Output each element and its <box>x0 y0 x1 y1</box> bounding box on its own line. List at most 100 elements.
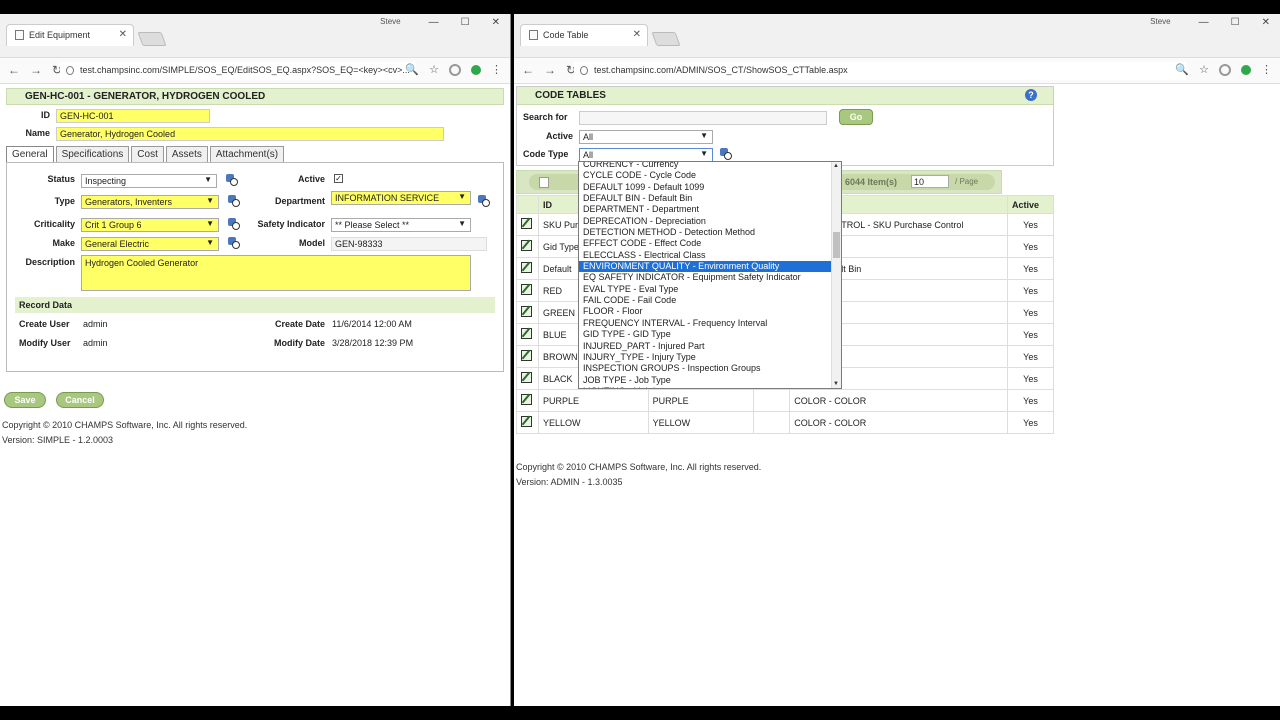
extension-icon[interactable] <box>1219 63 1231 76</box>
edit-icon[interactable] <box>521 218 532 229</box>
id-field[interactable]: GEN-HC-001 <box>56 109 210 123</box>
edit-icon[interactable] <box>521 394 532 405</box>
make-select[interactable]: General Electric ▼ <box>81 237 219 251</box>
edit-cell[interactable] <box>516 323 539 346</box>
status-select[interactable]: Inspecting ▼ <box>81 174 217 188</box>
dropdown-option[interactable]: LIGHTING - Lighting <box>579 386 841 388</box>
dropdown-option[interactable]: FLOOR - Floor <box>579 306 841 317</box>
save-button[interactable]: Save <box>4 392 46 408</box>
maximize-icon[interactable]: ☐ <box>461 17 470 28</box>
dropdown-option[interactable]: DEPARTMENT - Department <box>579 204 841 215</box>
edit-cell[interactable] <box>516 411 539 434</box>
info-icon[interactable] <box>66 66 74 75</box>
page-size-input[interactable]: 10 <box>911 175 949 188</box>
make-lookup-icon[interactable] <box>227 236 240 249</box>
dropdown-option[interactable]: EFFECT CODE - Effect Code <box>579 238 841 249</box>
extension-green-icon[interactable] <box>471 64 481 75</box>
dropdown-option[interactable]: ENVIRONMENT QUALITY - Environment Qualit… <box>579 261 841 273</box>
tab-assets[interactable]: Assets <box>165 146 208 162</box>
extension-icon[interactable] <box>449 63 461 76</box>
scroll-down-icon[interactable]: ▼ <box>833 381 839 387</box>
scroll-up-icon[interactable]: ▲ <box>833 163 839 169</box>
edit-icon[interactable] <box>521 306 532 317</box>
department-lookup-icon[interactable] <box>477 194 490 207</box>
edit-icon[interactable] <box>521 416 532 427</box>
profile-name[interactable]: Steve <box>1150 17 1170 28</box>
bookmark-star-icon[interactable]: ☆ <box>1199 63 1209 76</box>
criticality-lookup-icon[interactable] <box>227 217 240 230</box>
edit-cell[interactable] <box>516 367 539 390</box>
department-select[interactable]: INFORMATION SERVICE ▼ <box>331 191 471 205</box>
edit-icon[interactable] <box>521 328 532 339</box>
dropdown-option[interactable]: JOB TYPE - Job Type <box>579 375 841 386</box>
profile-name[interactable]: Steve <box>380 17 400 28</box>
status-lookup-icon[interactable] <box>225 173 238 186</box>
close-window-icon[interactable]: ✕ <box>1262 17 1270 28</box>
edit-cell[interactable] <box>516 345 539 368</box>
menu-kebab-icon[interactable]: ⋮ <box>491 63 502 76</box>
info-icon[interactable] <box>580 66 588 75</box>
dropdown-option[interactable]: EQ SAFETY INDICATOR - Equipment Safety I… <box>579 272 841 283</box>
right-browser-tab[interactable]: Code Table ✕ <box>520 24 648 46</box>
dropdown-option[interactable]: DEFAULT 1099 - Default 1099 <box>579 182 841 193</box>
column-header-active[interactable]: Active <box>1007 195 1054 214</box>
safety-indicator-select[interactable]: ** Please Select ** ▼ <box>331 218 471 232</box>
extension-green-icon[interactable] <box>1241 64 1251 75</box>
zoom-icon[interactable]: 🔍 <box>405 63 419 76</box>
url-field[interactable]: test.champsinc.com/SIMPLE/SOS_EQ/EditSOS… <box>60 62 416 80</box>
tab-cost[interactable]: Cost <box>131 146 164 162</box>
edit-icon[interactable] <box>521 240 532 251</box>
edit-icon[interactable] <box>521 262 532 273</box>
dropdown-option[interactable]: DEFAULT BIN - Default Bin <box>579 193 841 204</box>
search-input[interactable] <box>579 111 827 125</box>
code-type-lookup-icon[interactable] <box>719 147 732 160</box>
edit-cell[interactable] <box>516 213 539 236</box>
close-tab-icon[interactable]: ✕ <box>633 29 641 40</box>
go-button[interactable]: Go <box>839 109 873 125</box>
dropdown-option[interactable]: INJURY_TYPE - Injury Type <box>579 352 841 363</box>
dropdown-option[interactable]: EVAL TYPE - Eval Type <box>579 284 841 295</box>
description-textarea[interactable]: Hydrogen Cooled Generator <box>81 255 471 291</box>
minimize-icon[interactable]: — <box>1199 17 1209 28</box>
dropdown-option[interactable]: FREQUENCY INTERVAL - Frequency Interval <box>579 318 841 329</box>
tab-attachments[interactable]: Attachment(s) <box>209 146 285 162</box>
dropdown-option[interactable]: INJURED_PART - Injured Part <box>579 341 841 352</box>
edit-cell[interactable] <box>516 279 539 302</box>
close-tab-icon[interactable]: ✕ <box>119 29 127 40</box>
tab-specifications[interactable]: Specifications <box>55 146 130 162</box>
back-icon[interactable]: ← <box>8 63 20 77</box>
help-icon[interactable]: ? <box>1025 89 1037 101</box>
edit-cell[interactable] <box>516 235 539 258</box>
dropdown-option[interactable]: FAIL CODE - Fail Code <box>579 295 841 306</box>
url-field[interactable]: test.champsinc.com/ADMIN/SOS_CT/ShowSOS_… <box>574 62 1186 80</box>
back-icon[interactable]: ← <box>522 63 534 77</box>
left-browser-tab[interactable]: Edit Equipment ✕ <box>6 24 134 46</box>
dropdown-scrollbar[interactable]: ▲ ▼ <box>831 162 841 388</box>
dropdown-option[interactable]: GID TYPE - GID Type <box>579 329 841 340</box>
table-row[interactable]: YELLOW YELLOW COLOR - COLOR Yes <box>516 411 1054 434</box>
menu-kebab-icon[interactable]: ⋮ <box>1261 63 1272 76</box>
dropdown-option[interactable]: INSPECTION GROUPS - Inspection Groups <box>579 363 841 374</box>
zoom-icon[interactable]: 🔍 <box>1175 63 1189 76</box>
edit-cell[interactable] <box>516 257 539 280</box>
code-type-dropdown-list[interactable]: CURRENCY - Currency CYCLE CODE - Cycle Co… <box>578 161 842 389</box>
dropdown-option[interactable]: CURRENCY - Currency <box>579 162 841 170</box>
criticality-select[interactable]: Crit 1 Group 6 ▼ <box>81 218 219 232</box>
dropdown-option[interactable]: DETECTION METHOD - Detection Method <box>579 227 841 238</box>
dropdown-option[interactable]: DEPRECATION - Depreciation <box>579 216 841 227</box>
edit-icon[interactable] <box>521 350 532 361</box>
table-row[interactable]: PURPLE PURPLE COLOR - COLOR Yes <box>516 389 1054 412</box>
cancel-button[interactable]: Cancel <box>56 392 104 408</box>
code-type-select[interactable]: All ▼ <box>579 148 713 162</box>
active-select[interactable]: All ▼ <box>579 130 713 144</box>
tab-general[interactable]: General <box>6 146 54 163</box>
active-checkbox[interactable]: ✓ <box>334 174 343 183</box>
new-tab-button[interactable] <box>137 32 167 46</box>
type-select[interactable]: Generators, Inventers ▼ <box>81 195 219 209</box>
minimize-icon[interactable]: — <box>429 17 439 28</box>
new-tab-button[interactable] <box>651 32 681 46</box>
dropdown-option[interactable]: ELECCLASS - Electrical Class <box>579 250 841 261</box>
maximize-icon[interactable]: ☐ <box>1231 17 1240 28</box>
edit-icon[interactable] <box>521 284 532 295</box>
model-field[interactable]: GEN-98333 <box>331 237 487 251</box>
